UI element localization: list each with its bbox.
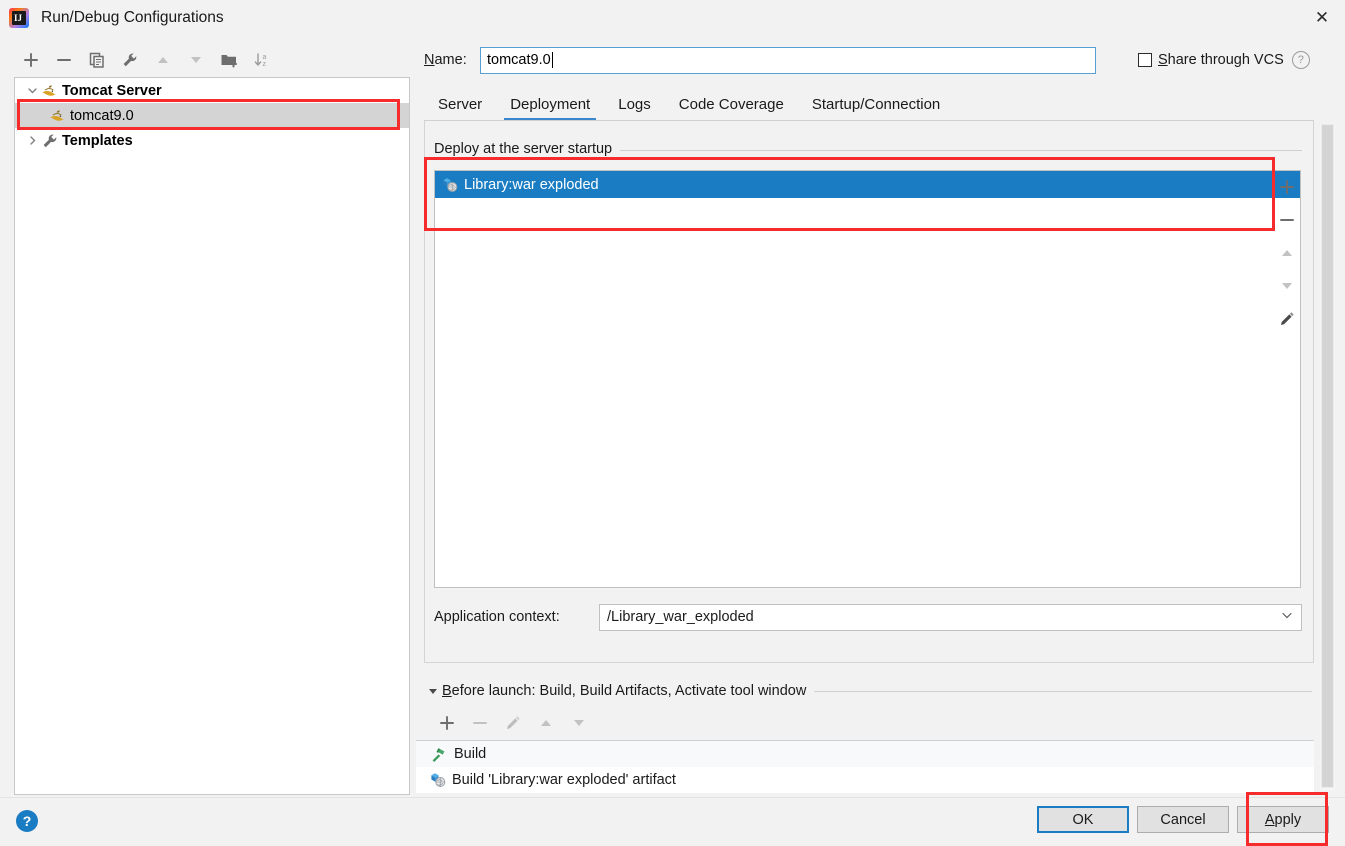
tab-deployment[interactable]: Deployment: [496, 96, 604, 121]
copy-configuration-button[interactable]: [80, 46, 113, 74]
move-artifact-down-button[interactable]: [1271, 269, 1302, 302]
text-caret: [551, 52, 553, 68]
before-launch-item-label: Build: [454, 746, 487, 762]
before-launch-toolbar: [424, 709, 1314, 737]
move-artifact-up-button[interactable]: [1271, 236, 1302, 269]
chevron-down-icon[interactable]: [1281, 609, 1293, 625]
tree-node-tomcat9-0[interactable]: tomcat9.0: [15, 103, 409, 128]
tree-node-label: Templates: [62, 132, 133, 149]
title-bar: IJ Run/Debug Configurations ✕: [0, 0, 1345, 36]
edit-templates-button[interactable]: [113, 46, 146, 74]
before-launch-header[interactable]: Before launch: Build, Build Artifacts, A…: [424, 680, 1314, 702]
before-launch-move-down-button[interactable]: [562, 710, 595, 736]
deployment-list-toolbar: [1271, 170, 1302, 588]
intellij-idea-logo-icon: IJ: [9, 8, 29, 28]
add-artifact-button[interactable]: [1271, 170, 1302, 203]
move-down-button[interactable]: [179, 46, 212, 74]
ok-button[interactable]: OK: [1037, 806, 1129, 833]
before-launch-list[interactable]: Build Build 'Library:war exploded' artif…: [416, 740, 1314, 793]
name-row: Name: tomcat9.0 Share through VCS ?: [424, 44, 1324, 76]
application-context-combobox[interactable]: /Library_war_exploded: [599, 603, 1302, 631]
name-input-value: tomcat9.0: [487, 52, 551, 68]
before-launch-move-up-button[interactable]: [529, 710, 562, 736]
question-mark-icon[interactable]: ?: [1291, 51, 1310, 69]
before-launch-item-label: Build 'Library:war exploded' artifact: [452, 772, 676, 788]
artifact-icon: [430, 772, 447, 788]
apply-button[interactable]: Apply: [1237, 806, 1329, 833]
share-vcs-checkbox[interactable]: [1138, 53, 1152, 67]
deployment-item-label: Library:war exploded: [464, 176, 599, 193]
svg-text:a: a: [262, 54, 266, 61]
artifact-icon: [442, 177, 459, 193]
hammer-icon: [430, 746, 448, 762]
tab-server[interactable]: Server: [424, 96, 496, 121]
application-context-row: Application context: /Library_war_explod…: [434, 603, 1302, 631]
before-launch-title: Before launch: Build, Build Artifacts, A…: [442, 683, 807, 699]
deploy-group-title: Deploy at the server startup: [434, 141, 621, 157]
remove-artifact-button[interactable]: [1271, 203, 1302, 236]
tree-node-label: Tomcat Server: [62, 82, 162, 99]
deployment-list-item[interactable]: Library:war exploded: [435, 171, 1300, 198]
wrench-icon: [41, 133, 59, 149]
tomcat-cat-icon: [41, 83, 58, 98]
before-launch-add-button[interactable]: [430, 710, 463, 736]
triangle-down-icon[interactable]: [424, 685, 442, 697]
share-vcs-group[interactable]: Share through VCS ?: [1138, 51, 1310, 69]
tomcat-cat-icon: [49, 108, 66, 123]
new-folder-button[interactable]: [212, 46, 245, 74]
before-launch-divider: [814, 690, 1312, 692]
before-launch-remove-button[interactable]: [463, 710, 496, 736]
before-launch-edit-button[interactable]: [496, 710, 529, 736]
sort-az-button[interactable]: a z: [245, 46, 278, 74]
cancel-button[interactable]: Cancel: [1137, 806, 1229, 833]
before-launch-list-item[interactable]: Build 'Library:war exploded' artifact: [416, 767, 1314, 793]
tab-startup-connection[interactable]: Startup/Connection: [798, 96, 954, 121]
deployment-artifacts-list[interactable]: Library:war exploded: [434, 170, 1301, 588]
help-icon[interactable]: ?: [16, 810, 38, 832]
tree-node-label: tomcat9.0: [70, 107, 134, 124]
collapse-chevron-icon[interactable]: [23, 135, 41, 146]
footer-divider: [0, 797, 1345, 798]
name-label: Name:: [424, 52, 467, 68]
configurations-toolbar: a z: [14, 44, 414, 76]
move-up-button[interactable]: [146, 46, 179, 74]
expand-chevron-icon[interactable]: [23, 85, 41, 96]
edit-artifact-button[interactable]: [1271, 302, 1302, 335]
svg-text:z: z: [262, 61, 266, 68]
application-context-value: /Library_war_exploded: [607, 609, 754, 625]
tab-logs[interactable]: Logs: [604, 96, 665, 121]
add-configuration-button[interactable]: [14, 46, 47, 74]
dialog-title: Run/Debug Configurations: [41, 9, 224, 26]
right-scrollbar[interactable]: [1320, 124, 1335, 790]
name-input[interactable]: tomcat9.0: [480, 46, 1096, 74]
tab-code-coverage[interactable]: Code Coverage: [665, 96, 798, 121]
run-debug-configurations-dialog: IJ Run/Debug Configurations ✕ a z Tomcat…: [0, 0, 1345, 846]
tree-node-tomcat-server[interactable]: Tomcat Server: [15, 78, 409, 103]
configuration-tabs: Server Deployment Logs Code Coverage Sta…: [424, 88, 1314, 121]
configurations-tree[interactable]: Tomcat Server tomcat9.0 Templates: [14, 77, 410, 795]
scrollbar-thumb[interactable]: [1321, 124, 1334, 788]
application-context-label: Application context:: [434, 609, 560, 625]
close-icon[interactable]: ✕: [1299, 0, 1345, 36]
share-vcs-label: Share through VCS: [1158, 52, 1284, 68]
before-launch-list-item[interactable]: Build: [416, 741, 1314, 767]
remove-configuration-button[interactable]: [47, 46, 80, 74]
tree-node-templates[interactable]: Templates: [15, 128, 409, 153]
